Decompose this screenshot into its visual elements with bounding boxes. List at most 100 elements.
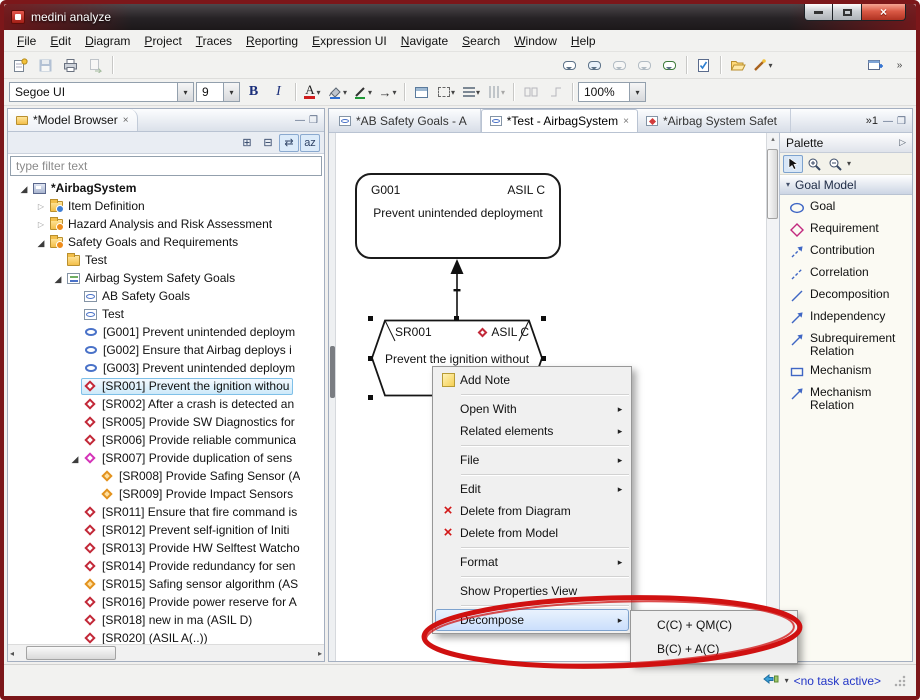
menu-item[interactable]: Help: [564, 31, 603, 51]
palette-item[interactable]: Goal: [780, 197, 912, 219]
tree-item[interactable]: [SR006] Provide reliable communica: [8, 431, 324, 449]
comments-view-button[interactable]: [608, 54, 631, 76]
goal-node[interactable]: G001 ASIL C Prevent unintended deploymen…: [355, 173, 561, 259]
tree-expand-arrow[interactable]: [52, 269, 64, 288]
arrow-style-button[interactable]: →▾: [376, 81, 399, 103]
menu-item[interactable]: Reporting: [239, 31, 305, 51]
font-size-combo[interactable]: 9 ▾: [196, 82, 240, 102]
minimize-button[interactable]: [804, 4, 833, 21]
palette-item[interactable]: Requirement: [780, 219, 912, 241]
context-menu-item[interactable]: ▸: [435, 544, 629, 551]
print-button[interactable]: [59, 54, 82, 76]
context-menu-item[interactable]: Related elements ▸: [435, 420, 629, 442]
new-diagram-button[interactable]: [9, 54, 32, 76]
menu-item[interactable]: Expression UI: [305, 31, 394, 51]
dropdown-icon[interactable]: ▾: [343, 88, 347, 97]
tree-expand-arrow[interactable]: [35, 214, 47, 234]
context-menu-item[interactable]: ▸: [435, 573, 629, 580]
tree-item[interactable]: AB Safety Goals: [8, 287, 324, 305]
open-folder-button[interactable]: [726, 54, 749, 76]
tree-item[interactable]: Airbag System Safety Goals: [8, 269, 324, 287]
zoom-dropdown-icon[interactable]: ▾: [629, 83, 645, 101]
wand-button[interactable]: ▾: [751, 54, 774, 76]
close-tab-icon[interactable]: ×: [623, 116, 629, 127]
scrollbar-thumb[interactable]: [26, 646, 116, 660]
palette-item[interactable]: Correlation: [780, 263, 912, 285]
menu-item[interactable]: Search: [455, 31, 507, 51]
scroll-up-icon[interactable]: ▴: [771, 135, 775, 143]
menu-item[interactable]: Navigate: [394, 31, 455, 51]
editor-tab[interactable]: *Airbag System Safet: [638, 109, 791, 132]
font-color-button[interactable]: A▾: [301, 81, 324, 103]
view-toolbar-button[interactable]: ⇄: [279, 134, 299, 152]
menu-item[interactable]: Window: [507, 31, 564, 51]
line-color-button[interactable]: ▾: [351, 81, 374, 103]
dropdown-icon[interactable]: ▾: [501, 88, 505, 97]
resize-handle[interactable]: [454, 316, 459, 321]
palette-header[interactable]: Palette ▷: [780, 133, 912, 153]
zoom-in-tool[interactable]: [804, 155, 824, 173]
palette-pin-icon[interactable]: ▷: [899, 137, 906, 148]
context-menu-item[interactable]: Format ▸: [435, 551, 629, 573]
bold-button[interactable]: B: [242, 81, 265, 103]
zoom-out-tool[interactable]: [825, 155, 845, 173]
tree-item[interactable]: [SR008] Provide Safing Sensor (A: [8, 467, 324, 485]
resize-handle[interactable]: [541, 356, 546, 361]
context-menu-item[interactable]: Edit ▸: [435, 478, 629, 500]
dropdown-icon[interactable]: ▾: [368, 88, 372, 97]
minimize-view-icon[interactable]: —: [295, 115, 305, 126]
connector-button[interactable]: [544, 81, 567, 103]
canvas-vertical-scrollbar[interactable]: ▴ ▾: [766, 133, 779, 661]
dropdown-icon[interactable]: ▾: [451, 88, 455, 97]
context-menu-item[interactable]: File ▸: [435, 449, 629, 471]
comment-button[interactable]: [558, 54, 581, 76]
save-button[interactable]: [34, 54, 57, 76]
tree-item[interactable]: Hazard Analysis and Risk Assessment: [8, 215, 324, 233]
tree-item[interactable]: Test: [8, 305, 324, 323]
scroll-left-icon[interactable]: ◂: [10, 649, 14, 658]
view-toolbar-button[interactable]: ⊞: [237, 134, 257, 152]
task-dropdown-icon[interactable]: ▾: [785, 676, 789, 685]
editor-tab[interactable]: *AB Safety Goals - A: [331, 109, 481, 132]
tree-item[interactable]: [SR009] Provide Impact Sensors: [8, 485, 324, 503]
checklist-button[interactable]: [692, 54, 715, 76]
tree-item[interactable]: [G002] Ensure that Airbag deploys i: [8, 341, 324, 359]
tree-item[interactable]: [SR002] After a crash is detected an: [8, 395, 324, 413]
minimize-editor-icon[interactable]: —: [883, 116, 893, 127]
tree-item[interactable]: Item Definition: [8, 197, 324, 215]
comment-reply-button[interactable]: [633, 54, 656, 76]
context-menu-item[interactable]: ▸: [435, 602, 629, 609]
font-family-combo[interactable]: Segoe UI ▾: [9, 82, 194, 102]
context-menu-item[interactable]: Decompose ▸: [435, 609, 629, 631]
dropdown-icon[interactable]: ▾: [316, 88, 320, 97]
menu-item[interactable]: Project: [137, 31, 188, 51]
context-menu-item[interactable]: Delete from Diagram ▸: [435, 500, 629, 522]
select-mode-button[interactable]: ▾: [435, 81, 458, 103]
tree-item[interactable]: [SR007] Provide duplication of sens: [8, 449, 324, 467]
scrollbar-thumb[interactable]: [767, 149, 778, 219]
tree-item[interactable]: *AirbagSystem: [8, 179, 324, 197]
tree-item[interactable]: [G003] Prevent unintended deploym: [8, 359, 324, 377]
palette-item[interactable]: Contribution: [780, 241, 912, 263]
tab-model-browser[interactable]: *Model Browser ×: [8, 109, 138, 131]
resize-handle[interactable]: [368, 316, 373, 321]
tree-expand-arrow[interactable]: [69, 449, 81, 468]
menu-item[interactable]: Edit: [43, 31, 78, 51]
palette-tools-dropdown-icon[interactable]: ▾: [847, 159, 851, 168]
tree-expand-arrow[interactable]: [35, 233, 47, 252]
align-button[interactable]: ▾: [460, 81, 483, 103]
add-comment-button[interactable]: [583, 54, 606, 76]
submenu-item[interactable]: C(C) + QM(C): [633, 613, 795, 637]
palette-drawer-goal-model[interactable]: ▾ Goal Model: [780, 175, 912, 195]
canvas-left-scrollbar[interactable]: [329, 133, 336, 661]
palette-item[interactable]: Decomposition: [780, 285, 912, 307]
context-menu-item[interactable]: Show Properties View ▸: [435, 580, 629, 602]
palette-item[interactable]: Independency: [780, 307, 912, 329]
close-button[interactable]: ×: [861, 4, 906, 21]
table-button[interactable]: [410, 81, 433, 103]
tree-item[interactable]: [SR005] Provide SW Diagnostics for: [8, 413, 324, 431]
maximize-view-icon[interactable]: ❒: [309, 115, 318, 126]
submenu-item[interactable]: B(C) + A(C): [633, 637, 795, 661]
tree-item[interactable]: [SR020] (ASIL A(..)): [8, 629, 324, 644]
palette-item[interactable]: Subrequirement Relation: [780, 329, 912, 361]
